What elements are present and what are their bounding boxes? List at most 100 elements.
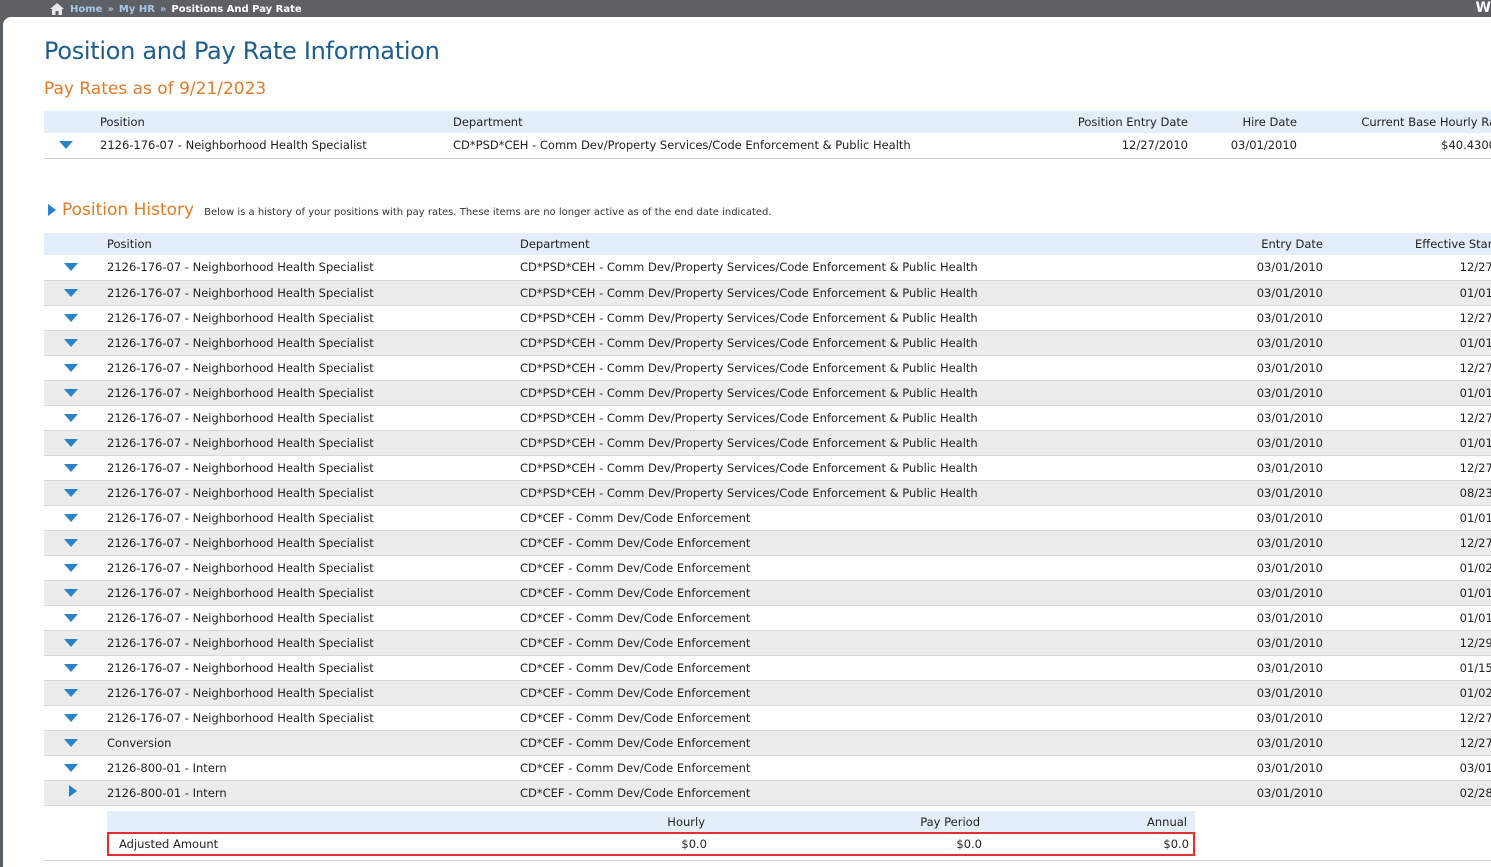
pay-detail-header-row: Hourly Pay Period Annual — [107, 811, 1195, 832]
history-entry-date-cell: 03/01/2010 — [1135, 455, 1323, 481]
history-position-cell: 2126-176-07 - Neighborhood Health Specia… — [107, 330, 520, 356]
history-entry-date-cell: 03/01/2010 — [1135, 755, 1323, 781]
history-position-cell: 2126-176-07 - Neighborhood Health Specia… — [107, 305, 520, 331]
current-rate-cell: $40.4300 — [1297, 133, 1491, 159]
history-department-cell: CD*CEF - Comm Dev/Code Enforcement — [520, 655, 1135, 681]
chevron-down-icon[interactable] — [64, 313, 78, 322]
breadcrumb-separator: » — [159, 3, 167, 15]
history-position-cell: 2126-176-07 - Neighborhood Health Specia… — [107, 430, 520, 456]
history-row: Conversion CD*CEF - Comm Dev/Code Enforce… — [44, 730, 1491, 756]
collapse-toggle-icon[interactable] — [48, 204, 56, 216]
history-effective-start-cell: 02/28/2 — [1323, 780, 1491, 806]
history-row: 2126-176-07 - Neighborhood Health Specia… — [44, 355, 1491, 381]
breadcrumb-current: Positions And Pay Rate — [171, 3, 302, 15]
history-department-cell: CD*PSD*CEH - Comm Dev/Property Services/… — [520, 405, 1135, 431]
history-col-header-position: Position — [107, 233, 520, 255]
history-position-cell: 2126-800-01 - Intern — [107, 755, 520, 781]
chevron-down-icon[interactable] — [64, 688, 78, 697]
history-effective-start-cell: 01/15/2 — [1323, 655, 1491, 681]
history-table-body: 2126-176-07 - Neighborhood Health Specia… — [44, 255, 1491, 806]
history-position-cell: 2126-176-07 - Neighborhood Health Specia… — [107, 455, 520, 481]
breadcrumb-home-link[interactable]: Home — [70, 4, 102, 15]
history-department-cell: CD*PSD*CEH - Comm Dev/Property Services/… — [520, 480, 1135, 506]
history-position-cell: 2126-176-07 - Neighborhood Health Specia… — [107, 655, 520, 681]
history-row: 2126-176-07 - Neighborhood Health Specia… — [44, 380, 1491, 406]
current-position-row: 2126-176-07 - Neighborhood Health Specia… — [44, 133, 1491, 159]
history-effective-start-cell: 03/01/2 — [1323, 755, 1491, 781]
history-effective-start-cell: 01/02/2 — [1323, 680, 1491, 706]
home-icon[interactable] — [50, 3, 64, 15]
history-row: 2126-176-07 - Neighborhood Health Specia… — [44, 580, 1491, 606]
history-position-cell: Conversion — [107, 730, 520, 756]
history-effective-start-cell: 01/01/2 — [1323, 430, 1491, 456]
history-entry-date-cell: 03/01/2010 — [1135, 605, 1323, 631]
history-effective-start-cell: 12/27/2 — [1323, 705, 1491, 731]
current-position-cell: 2126-176-07 - Neighborhood Health Specia… — [100, 133, 453, 159]
chevron-down-icon[interactable] — [64, 513, 78, 522]
pay-rates-subtitle: Pay Rates as of 9/21/2023 — [44, 79, 267, 99]
chevron-down-icon[interactable] — [64, 463, 78, 472]
chevron-down-icon[interactable] — [64, 588, 78, 597]
position-history-header[interactable]: Position History Below is a history of y… — [48, 200, 772, 220]
history-entry-date-cell: 03/01/2010 — [1135, 480, 1323, 506]
collapsed-chevron-right-icon[interactable] — [69, 785, 77, 797]
current-position-header-row: Position Department Position Entry Date … — [44, 111, 1491, 133]
chevron-down-icon[interactable] — [64, 638, 78, 647]
history-position-cell: 2126-176-07 - Neighborhood Health Specia… — [107, 530, 520, 556]
history-row: 2126-176-07 - Neighborhood Health Specia… — [44, 705, 1491, 731]
history-entry-date-cell: 03/01/2010 — [1135, 330, 1323, 356]
chevron-down-icon[interactable] — [64, 388, 78, 397]
history-effective-start-cell: 01/01/2 — [1323, 580, 1491, 606]
chevron-down-icon[interactable] — [64, 413, 78, 422]
history-entry-date-cell: 03/01/2010 — [1135, 280, 1323, 306]
chevron-down-icon[interactable] — [64, 538, 78, 547]
history-effective-start-cell: 12/27/2 — [1323, 455, 1491, 481]
col-header-position: Position — [100, 111, 453, 133]
chevron-down-icon[interactable] — [64, 663, 78, 672]
col-header-current-rate: Current Base Hourly Ra — [1297, 111, 1491, 133]
history-effective-start-cell: 12/29/2 — [1323, 630, 1491, 656]
chevron-down-icon[interactable] — [64, 713, 78, 722]
history-department-cell: CD*CEF - Comm Dev/Code Enforcement — [520, 730, 1135, 756]
history-entry-date-cell: 03/01/2010 — [1135, 305, 1323, 331]
history-entry-date-cell: 03/01/2010 — [1135, 780, 1323, 806]
chevron-down-icon[interactable] — [64, 338, 78, 347]
position-history-title[interactable]: Position History — [62, 200, 194, 220]
adjusted-annual-value: $0.0 — [1163, 837, 1189, 851]
breadcrumb-my-hr-link[interactable]: My HR — [119, 4, 155, 15]
history-entry-date-cell: 03/01/2010 — [1135, 380, 1323, 406]
chevron-down-icon[interactable] — [64, 488, 78, 497]
chevron-down-icon[interactable] — [64, 438, 78, 447]
chevron-down-icon[interactable] — [64, 363, 78, 372]
history-entry-date-cell: 03/01/2010 — [1135, 430, 1323, 456]
chevron-down-icon[interactable] — [64, 613, 78, 622]
main-panel: Position and Pay Rate Information Pay Ra… — [3, 17, 1491, 867]
top-bar-corner-text: W — [1475, 0, 1491, 16]
chevron-down-icon[interactable] — [64, 288, 78, 297]
history-col-header-effective-start: Effective Start I — [1323, 233, 1491, 255]
bottom-divider — [44, 860, 1491, 861]
page-title: Position and Pay Rate Information — [44, 37, 440, 65]
chevron-down-icon[interactable] — [64, 763, 78, 772]
chevron-down-icon[interactable] — [64, 738, 78, 747]
history-entry-date-cell: 03/01/2010 — [1135, 255, 1323, 281]
chevron-down-icon[interactable] — [64, 263, 78, 272]
expand-toggle-icon[interactable] — [59, 141, 73, 150]
history-row: 2126-800-01 - Intern CD*CEF - Comm Dev/Co… — [44, 755, 1491, 781]
adjusted-hourly-value: $0.0 — [681, 837, 707, 851]
history-entry-date-cell: 03/01/2010 — [1135, 680, 1323, 706]
history-effective-start-cell: 08/23/2 — [1323, 480, 1491, 506]
history-department-cell: CD*PSD*CEH - Comm Dev/Property Services/… — [520, 330, 1135, 356]
adjusted-amount-table: Adjusted Amount $0.0 $0.0 $0.0 — [109, 834, 1193, 854]
breadcrumb-separator: » — [107, 3, 114, 15]
history-department-cell: CD*PSD*CEH - Comm Dev/Property Services/… — [520, 430, 1135, 456]
chevron-down-icon[interactable] — [64, 563, 78, 572]
history-row: 2126-176-07 - Neighborhood Health Specia… — [44, 455, 1491, 481]
history-entry-date-cell: 03/01/2010 — [1135, 630, 1323, 656]
history-row: 2126-176-07 - Neighborhood Health Specia… — [44, 630, 1491, 656]
history-row: 2126-176-07 - Neighborhood Health Specia… — [44, 655, 1491, 681]
pay-col-header-hourly: Hourly — [527, 811, 705, 832]
history-department-cell: CD*PSD*CEH - Comm Dev/Property Services/… — [520, 455, 1135, 481]
history-position-cell: 2126-176-07 - Neighborhood Health Specia… — [107, 505, 520, 531]
col-header-position-entry-date: Position Entry Date — [1013, 111, 1188, 133]
